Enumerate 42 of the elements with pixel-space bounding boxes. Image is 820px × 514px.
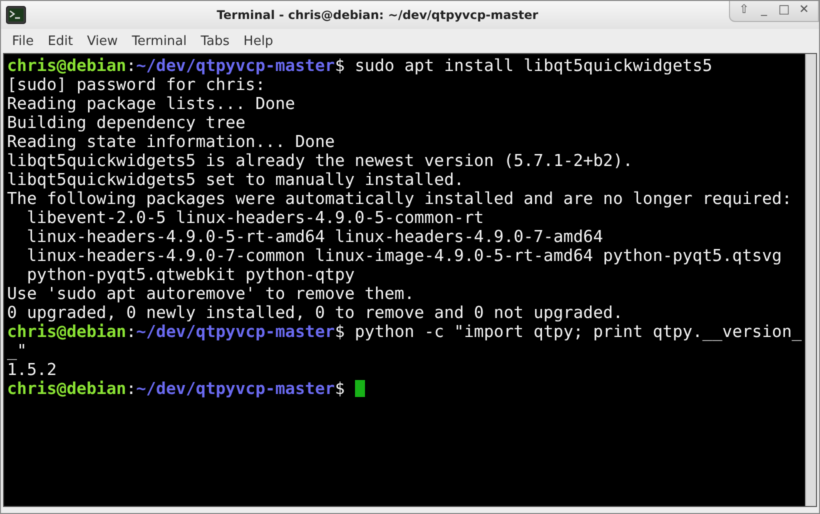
prompt-user-host: chris@debian [7, 322, 126, 341]
scrollbar[interactable] [805, 54, 816, 506]
prompt-separator: : [126, 56, 136, 75]
prompt-symbol: $ [334, 56, 345, 75]
output-line: linux-headers-4.9.0-5-rt-amd64 linux-headers-4.9.0-7-amd64 [26, 227, 604, 246]
menu-item[interactable]: View [80, 34, 125, 48]
command-text: python -c "import qtpy; print qtpy.__version_ [354, 322, 802, 341]
window-control-button[interactable]: ✕ [794, 1, 814, 19]
window-control-button[interactable]: _ [754, 1, 774, 19]
window-control-button[interactable]: ⇧ [734, 1, 754, 19]
prompt-separator: : [126, 379, 136, 398]
output-line: libevent-2.0-5 linux-headers-4.9.0-5-common-rt [26, 208, 484, 227]
output-line: Use 'sudo apt autoremove' to remove them. [7, 284, 414, 303]
output-line: libqt5quickwidgets5 set to manually installed. [7, 170, 464, 189]
output-line: [sudo] password for chris: [7, 75, 266, 94]
output-line: Reading state information... Done [7, 132, 335, 151]
output-line: linux-headers-4.9.0-7-common linux-image-4.9.0-5-rt-amd64 python-pyqt5.qtsvg [26, 246, 782, 265]
output-line: 1.5.2 [7, 360, 57, 379]
menu-item[interactable]: Edit [40, 34, 80, 48]
output-line: 0 upgraded, 0 newly installed, 0 to remove and 0 not upgraded. [7, 303, 623, 322]
command-text: sudo apt install libqt5quickwidgets5 [354, 56, 712, 75]
prompt-path: ~/dev/qtpyvcp-master [136, 322, 335, 341]
output-line: Reading package lists... Done [7, 94, 296, 113]
menu-item[interactable]: File [5, 34, 41, 48]
prompt-path: ~/dev/qtpyvcp-master [136, 379, 335, 398]
menu-item[interactable]: Terminal [124, 34, 194, 48]
prompt-separator: : [126, 322, 136, 341]
output-line: Building dependency tree [7, 113, 246, 132]
prompt-user-host: chris@debian [7, 56, 126, 75]
output-line: _" [7, 341, 27, 360]
prompt-path: ~/dev/qtpyvcp-master [136, 56, 335, 75]
output-line: python-pyqt5.qtwebkit python-qtpy [26, 265, 355, 284]
menu-item[interactable]: Help [236, 34, 280, 48]
output-line: The following packages were automatically installed and are no longer required: [7, 189, 792, 208]
prompt-symbol: $ [334, 322, 345, 341]
window-title: Terminal - chris@debian: ~/dev/qtpyvcp-master [216, 8, 540, 22]
prompt-symbol: $ [334, 379, 345, 398]
menu-item[interactable]: Tabs [194, 34, 237, 48]
output-line: libqt5quickwidgets5 is already the newest version (5.7.1-2+b2). [7, 151, 633, 170]
window-control-button[interactable]: □ [774, 1, 794, 19]
prompt-user-host: chris@debian [7, 379, 126, 398]
terminal-icon [6, 6, 26, 24]
